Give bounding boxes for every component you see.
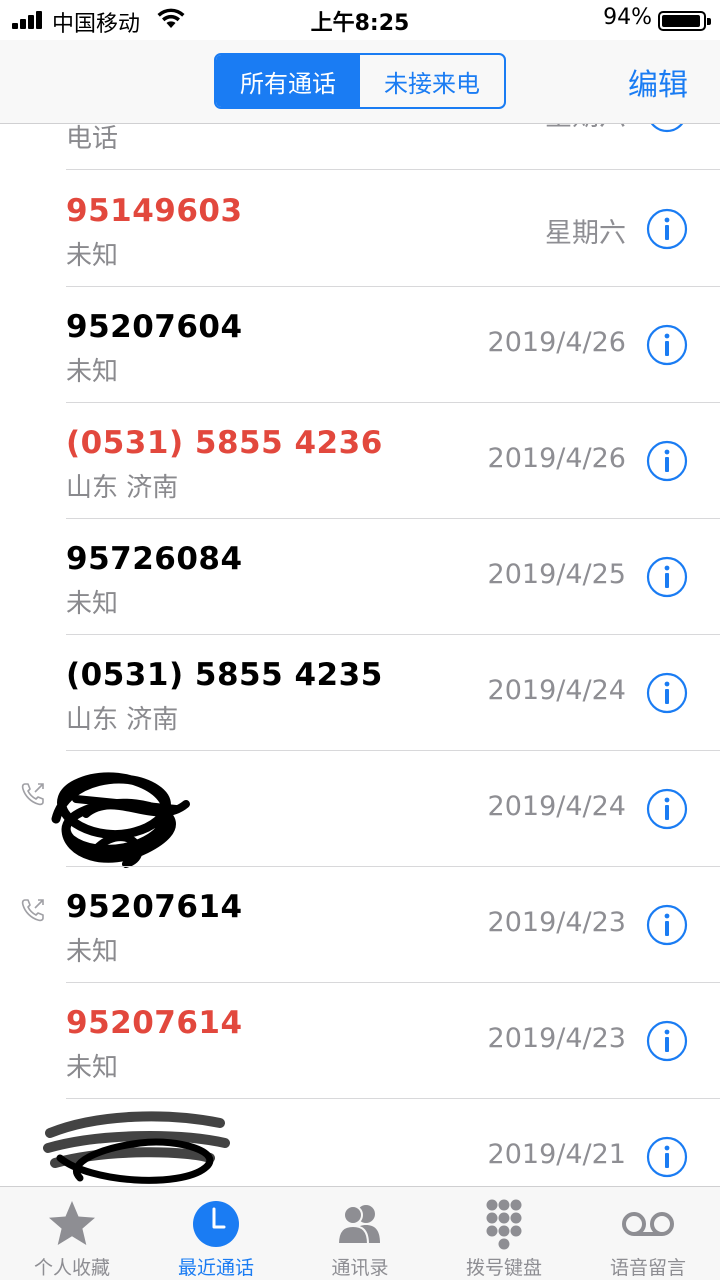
keypad-icon bbox=[486, 1199, 522, 1250]
tab-contacts[interactable]: 通讯录 bbox=[288, 1187, 432, 1280]
info-icon[interactable] bbox=[646, 324, 688, 366]
call-row[interactable]: 95207614 未知 2019/4/23 bbox=[0, 867, 720, 983]
caller-number: 95207614 bbox=[66, 1005, 243, 1041]
call-row[interactable]: 95726084 未知 2019/4/25 bbox=[0, 519, 720, 635]
call-date: 2019/4/26 bbox=[487, 327, 626, 358]
caller-number: 95207604 bbox=[66, 309, 243, 345]
tab-label: 拨号键盘 bbox=[465, 1257, 542, 1279]
info-icon[interactable] bbox=[646, 904, 688, 946]
call-date: 2019/4/26 bbox=[487, 443, 626, 474]
segment-all-calls[interactable]: 所有通话 bbox=[216, 55, 360, 107]
call-date: 星期六 bbox=[545, 124, 626, 133]
info-icon[interactable] bbox=[646, 672, 688, 714]
tab-voicemail[interactable]: 语音留言 bbox=[576, 1187, 720, 1280]
info-icon[interactable] bbox=[646, 208, 688, 250]
call-date: 2019/4/21 bbox=[487, 1139, 626, 1170]
edit-button[interactable]: 编辑 bbox=[628, 60, 688, 104]
call-date: 2019/4/25 bbox=[487, 559, 626, 590]
battery-percent: 94% bbox=[603, 5, 652, 30]
call-date: 星期六 bbox=[545, 218, 626, 249]
caller-label: 未知 bbox=[66, 937, 119, 967]
caller-label: 未知 bbox=[66, 241, 119, 271]
recent-calls-list[interactable]: 电话 星期六 95149603 未知 星期六 95207604 未知 2019/… bbox=[0, 124, 720, 1186]
info-icon[interactable] bbox=[646, 440, 688, 482]
caller-label: 山东 济南 bbox=[66, 473, 179, 503]
caller-label: 未知 bbox=[66, 357, 119, 387]
tab-bar: 个人收藏 最近通话 通讯录 拨号键盘 语音留言 bbox=[0, 1186, 720, 1280]
call-date: 2019/4/23 bbox=[487, 1023, 626, 1054]
caller-number: (0531) 5855 4236 bbox=[66, 425, 383, 461]
tab-label: 语音留言 bbox=[609, 1257, 686, 1279]
clock-icon bbox=[193, 1201, 239, 1247]
info-icon[interactable] bbox=[646, 124, 688, 133]
call-row[interactable]: 电话 星期六 bbox=[0, 124, 720, 170]
segment-missed-calls[interactable]: 未接来电 bbox=[360, 55, 504, 107]
caller-number: 95207614 bbox=[66, 889, 243, 925]
caller-label: 未知 bbox=[66, 589, 119, 619]
call-date: 2019/4/24 bbox=[487, 675, 626, 706]
star-icon bbox=[49, 1201, 95, 1245]
redaction-scribble bbox=[43, 1111, 230, 1184]
caller-label: 山东 济南 bbox=[66, 705, 179, 735]
info-icon[interactable] bbox=[646, 1020, 688, 1062]
battery-icon bbox=[658, 11, 711, 31]
redaction-scribble bbox=[51, 772, 190, 868]
call-date: 2019/4/24 bbox=[487, 791, 626, 822]
info-icon[interactable] bbox=[646, 788, 688, 830]
voicemail-icon bbox=[622, 1212, 674, 1236]
info-icon[interactable] bbox=[646, 1136, 688, 1178]
tab-keypad[interactable]: 拨号键盘 bbox=[432, 1187, 576, 1280]
contacts-icon bbox=[336, 1205, 380, 1245]
tab-recents[interactable]: 最近通话 bbox=[144, 1187, 288, 1280]
call-row[interactable]: (0531) 5855 4236 山东 济南 2019/4/26 bbox=[0, 403, 720, 519]
tab-label: 个人收藏 bbox=[33, 1257, 110, 1279]
tab-favorites[interactable]: 个人收藏 bbox=[0, 1187, 144, 1280]
call-row[interactable]: (0531) 5855 4235 山东 济南 2019/4/24 bbox=[0, 635, 720, 751]
caller-number: (0531) 5855 4235 bbox=[66, 657, 383, 693]
status-bar: 中国移动 上午8:25 94% bbox=[0, 0, 720, 40]
call-row[interactable]: 2019/4/24 bbox=[0, 751, 720, 868]
tab-label: 通讯录 bbox=[331, 1257, 389, 1279]
call-row[interactable]: 95207604 未知 2019/4/26 bbox=[0, 287, 720, 403]
nav-bar: 所有通话 未接来电 编辑 bbox=[0, 40, 720, 124]
call-date: 2019/4/23 bbox=[487, 907, 626, 938]
caller-number: 95726084 bbox=[66, 541, 243, 577]
call-row[interactable]: 95207614 未知 2019/4/23 bbox=[0, 983, 720, 1099]
outgoing-call-icon bbox=[21, 899, 44, 922]
call-filter-segmented-control: 所有通话 未接来电 bbox=[214, 53, 506, 109]
call-row[interactable]: 95149603 未知 星期六 bbox=[0, 171, 720, 287]
call-row[interactable]: 2019/4/21 bbox=[0, 1099, 720, 1186]
tab-label: 最近通话 bbox=[177, 1257, 254, 1279]
info-icon[interactable] bbox=[646, 556, 688, 598]
caller-label: 未知 bbox=[66, 1053, 119, 1083]
caller-number: 95149603 bbox=[66, 193, 243, 229]
caller-label: 电话 bbox=[66, 124, 119, 154]
